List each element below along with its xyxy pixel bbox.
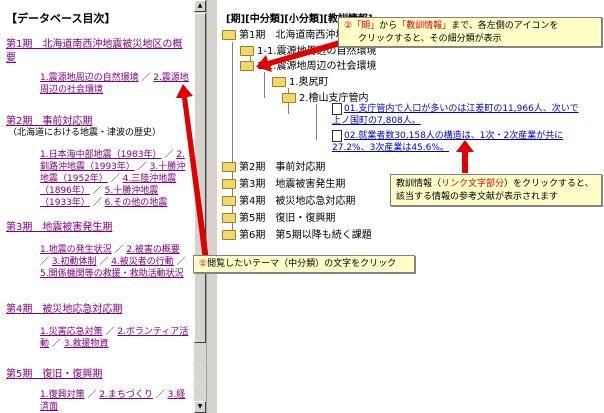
folder-icon[interactable] [222, 179, 236, 189]
period-3-items: 1.地震の発生状況 ／ 2.被害の概要 ／ 3.初動体制 ／ 4.被災者の行動 … [40, 245, 186, 279]
scroll-thumb[interactable] [194, 13, 206, 343]
document-icon [332, 130, 342, 142]
period-2-subtitle: （北海道における地震・津波の歴史） [8, 128, 162, 138]
tree-node-period-2[interactable]: 第2期 事前対応期 [222, 158, 325, 173]
tree-node-period-1[interactable]: 第1期 北海道南西沖地震 [222, 26, 355, 41]
info-item-1: 01.支庁管内で人口が多いのは江差町の11,966人、次いで上ノ国町の7,808… [332, 103, 582, 127]
tree-node-period-3[interactable]: 第3期 地震被害発生期 [222, 175, 345, 190]
period-2-items: 1.日本海中部地震（1983年） ／ 2.釧路沖地震（1993年） ／ 3.十勝… [40, 150, 186, 208]
period-5-link[interactable]: 第5期 復旧・復興期 [6, 365, 102, 380]
document-icon [332, 103, 342, 115]
folder-icon[interactable] [222, 162, 236, 172]
tree-node-1-2[interactable]: 1-2.震源地周辺の社会環境 [240, 57, 377, 72]
info-link-2[interactable]: 02.就業者数30,158人の構造は、1次・2次産業が共に27.2%、3次産業は… [332, 131, 563, 153]
folder-open-icon[interactable] [282, 93, 296, 103]
folder-icon[interactable] [240, 46, 254, 56]
folder-icon[interactable] [222, 230, 236, 240]
item-3-4-link[interactable]: 4.被災者の行動 [111, 257, 174, 267]
callout-tree-icons: ②「期」から「教訓情報」まで、各左側のアイコンを クリックすると、その細分類が表… [338, 17, 602, 47]
item-2-6-link[interactable]: 6.その他の地震 [105, 198, 168, 208]
item-4-1-link[interactable]: 1.災害応急対策 [40, 327, 103, 337]
scroll-down-arrow-icon[interactable]: ▼ [194, 401, 206, 413]
folder-open-icon[interactable] [222, 30, 236, 40]
period-4-link[interactable]: 第4期 被災地応急対応期 [6, 300, 122, 315]
item-3-5-link[interactable]: 5.関係機関等の救援・救助活動状況 [40, 269, 184, 279]
info-link-1[interactable]: 01.支庁管内で人口が多いのは江差町の11,966人、次いで上ノ国町の7,808… [332, 104, 579, 126]
folder-icon[interactable] [272, 77, 286, 87]
frame-splitter[interactable] [206, 0, 218, 413]
item-2-1-link[interactable]: 1.日本海中部地震（1983年） [40, 150, 162, 160]
left-scrollbar[interactable]: ▲ ▼ [193, 0, 206, 413]
info-item-2: 02.就業者数30,158人の構造は、1次・2次産業が共に27.2%、3次産業は… [332, 130, 582, 154]
callout-theme-click: ①閲覧したいテーマ（中分類）の文字をクリック [193, 255, 415, 273]
item-3-1-link[interactable]: 1.地震の発生状況 [40, 245, 112, 255]
right-panel: [期][中分類][小分類][教訓情報] 第1期 北海道南西沖地震 1-1.震源地… [218, 0, 604, 413]
period-5-items: 1.復興対策 ／ 2.まちづくり ／ 3.経済面 [40, 390, 186, 412]
tree-node-period-4[interactable]: 第4期 被災地応急対応期 [222, 192, 355, 207]
scroll-up-arrow-icon[interactable]: ▲ [194, 0, 206, 12]
item-5-2-link[interactable]: 2.まちづくり [99, 390, 153, 400]
tree-node-period-5[interactable]: 第5期 復旧・復興期 [222, 209, 335, 224]
callout-info-link: 教訓情報（リンク文字部分）をクリックすると、 該当する情報の参考文献が表示されま… [390, 174, 602, 206]
tree-line [264, 72, 265, 98]
item-1-1-link[interactable]: 1.震源地周辺の自然環境 [40, 73, 139, 83]
period-3-link[interactable]: 第3期 地震被害発生期 [6, 218, 112, 233]
tree-node-okushiri[interactable]: 1.奥尻町 [272, 73, 329, 88]
toc-header: 【データベース目次】 [6, 12, 116, 25]
folder-icon[interactable] [222, 213, 236, 223]
scroll-track[interactable] [194, 343, 206, 401]
item-3-3-link[interactable]: 3.初動体制 [52, 257, 97, 267]
tree-node-hiyama[interactable]: 2.檜山支庁管内 [282, 89, 369, 104]
period-4-items: 1.災害応急対策 ／ 2.ボランティア活動 ／ 3.救援物資 [40, 327, 189, 349]
item-4-3-link[interactable]: 3.救援物資 [64, 339, 109, 349]
period-1-items: 1.震源地周辺の自然環境 ／ 2.震源地周辺の社会環境 [40, 73, 189, 95]
period-1-link[interactable]: 第1期 北海道南西沖地震被災地区の概要 [6, 38, 191, 66]
folder-icon[interactable] [222, 196, 236, 206]
left-panel: 【データベース目次】 第1期 北海道南西沖地震被災地区の概要 1.震源地周辺の自… [0, 0, 193, 413]
item-3-2-link[interactable]: 2.被害の概要 [126, 245, 180, 255]
tree-node-period-6[interactable]: 第6期 第5期以降も続く課題 [222, 226, 372, 241]
tree-line [316, 104, 317, 140]
folder-open-icon[interactable] [240, 61, 254, 71]
item-5-1-link[interactable]: 1.復興対策 [40, 390, 85, 400]
